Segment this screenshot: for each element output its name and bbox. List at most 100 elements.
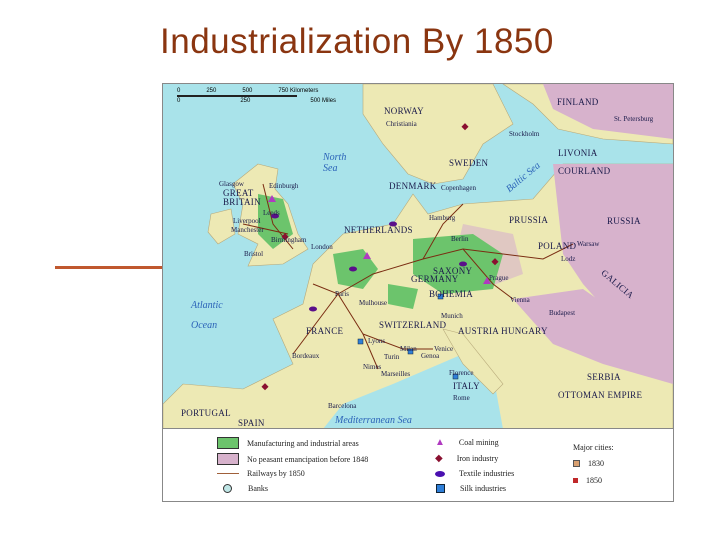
scale-label: 750 Kilometers — [278, 88, 319, 94]
scale-bar — [177, 95, 297, 97]
major-cities-title: Major cities: — [573, 443, 614, 452]
map-label: Florence — [449, 369, 474, 377]
map-legend: Manufacturing and industrial areas No pe… — [162, 428, 674, 502]
map-label: Turin — [384, 353, 400, 361]
map-label: DENMARK — [389, 181, 437, 191]
map-label: St. Petersburg — [614, 115, 654, 123]
map-scale: 0 250 500 750 Kilometers 0 250 500 Miles — [177, 88, 336, 104]
map-label: Milan — [400, 345, 417, 353]
map-label: Hamburg — [429, 214, 456, 222]
map-label: Munich — [441, 312, 463, 320]
map-label: RUSSIA — [607, 216, 641, 226]
scale-miles: 0 250 500 Miles — [177, 98, 336, 104]
city-1830-icon — [573, 460, 580, 467]
legend-item-textile: Textile industries — [435, 469, 514, 478]
map-label: LIVONIA — [558, 148, 598, 158]
map-label: Bordeaux — [292, 352, 320, 360]
scale-label: 250 — [240, 98, 251, 104]
map-label: SERBIA — [587, 372, 621, 382]
map-label: GREAT BRITAIN — [223, 188, 261, 207]
map-label: Genoa — [421, 352, 440, 360]
map-label: London — [311, 243, 333, 251]
map-label: Glasgow — [219, 180, 244, 188]
map-label: COURLAND — [558, 166, 611, 176]
map-label: OTTOMAN EMPIRE — [558, 390, 643, 400]
map-label: Mediterranean Sea — [335, 415, 412, 426]
city-1850-icon — [573, 478, 578, 483]
map-label: Stockholm — [509, 130, 540, 138]
map-label: SWEDEN — [449, 158, 489, 168]
scale-label: 500 Miles — [310, 98, 337, 104]
map-label: Edinburgh — [269, 182, 299, 190]
map-label: Berlin — [451, 235, 469, 243]
legend-item-coal: ▲ Coal mining — [435, 437, 499, 448]
bank-circle-icon — [223, 484, 232, 493]
legend-label: No peasant emancipation before 1848 — [247, 454, 369, 464]
map-label: Lodz — [561, 255, 576, 263]
map-label: ITALY — [453, 381, 480, 391]
map-label: POLAND — [538, 241, 577, 251]
map-label: FINLAND — [557, 97, 599, 107]
legend-city-1850: 1850 — [573, 476, 602, 485]
legend-label: Iron industry — [456, 454, 499, 463]
legend-label: Silk industries — [460, 484, 507, 493]
accent-line — [55, 266, 163, 269]
legend-label: 1850 — [586, 476, 602, 485]
scale-label: 500 — [242, 88, 253, 94]
railway-line-icon — [217, 473, 239, 474]
iron-diamond-icon: ◆ — [435, 453, 443, 464]
map-label: Vienna — [510, 296, 530, 304]
slide-title: Industrialization By 1850 — [160, 22, 554, 61]
legend-city-1830: 1830 — [573, 459, 604, 468]
legend-item-iron: ◆ Iron industry — [435, 453, 498, 464]
map-label: NORWAY — [384, 106, 424, 116]
map-label: Birmingham — [271, 236, 307, 244]
legend-item-no-emancipation: No peasant emancipation before 1848 — [217, 453, 368, 465]
legend-label: Coal mining — [458, 438, 499, 447]
map-label: Leeds — [263, 209, 280, 217]
legend-item-silk: Silk industries — [436, 484, 506, 493]
map-label: SWITZERLAND — [379, 320, 447, 330]
legend-label: 1830 — [588, 459, 604, 468]
legend-label: Railways by 1850 — [247, 469, 305, 478]
map-label: Manchester — [231, 226, 264, 234]
map-label: GERMANY — [411, 274, 459, 284]
scale-label: 250 — [206, 88, 217, 94]
coal-triangle-icon: ▲ — [435, 437, 445, 448]
europe-industrialization-map: 0 250 500 750 Kilometers 0 250 500 Miles NORW… — [162, 83, 674, 430]
map-label: Paris — [335, 290, 349, 298]
scale-label: 0 — [177, 88, 181, 94]
map-label: Nimes — [363, 363, 382, 371]
map-label: AUSTRIA HUNGARY — [458, 326, 548, 336]
scale-label: 0 — [177, 98, 181, 104]
map-label: Rome — [453, 394, 470, 402]
map-label: Marseilles — [381, 370, 411, 378]
map-label: Barcelona — [328, 402, 357, 410]
map-label: Copenhagen — [441, 184, 476, 192]
map-label: North Sea — [323, 152, 347, 174]
pink-swatch — [217, 453, 239, 465]
map-label: PORTUGAL — [181, 408, 231, 418]
map-label: Liverpool — [233, 217, 261, 225]
green-swatch — [217, 437, 239, 449]
legend-item-banks: Banks — [223, 484, 268, 493]
map-label: Atlantic Ocean — [191, 300, 223, 331]
map-label: Lyons — [368, 337, 386, 345]
legend-item-industrial: Manufacturing and industrial areas — [217, 437, 359, 449]
map-label: PRUSSIA — [509, 215, 549, 225]
map-label: SPAIN — [238, 418, 265, 428]
map-label: Warsaw — [577, 240, 600, 248]
map-label: FRANCE — [306, 326, 344, 336]
map-label: BOHEMIA — [429, 289, 474, 299]
map-label: Budapest — [549, 309, 576, 317]
textile-ellipse-icon — [435, 470, 445, 477]
legend-label: Textile industries — [459, 469, 515, 478]
legend-item-railways: Railways by 1850 — [217, 469, 305, 478]
map-label: NETHERLANDS — [344, 225, 413, 235]
map-label: Mulhouse — [359, 299, 387, 307]
legend-label: Manufacturing and industrial areas — [247, 438, 359, 448]
map-label: Christiania — [386, 120, 417, 128]
silk-square-icon — [436, 484, 445, 493]
map-label: Bristol — [244, 250, 264, 258]
legend-label: Banks — [248, 484, 268, 493]
